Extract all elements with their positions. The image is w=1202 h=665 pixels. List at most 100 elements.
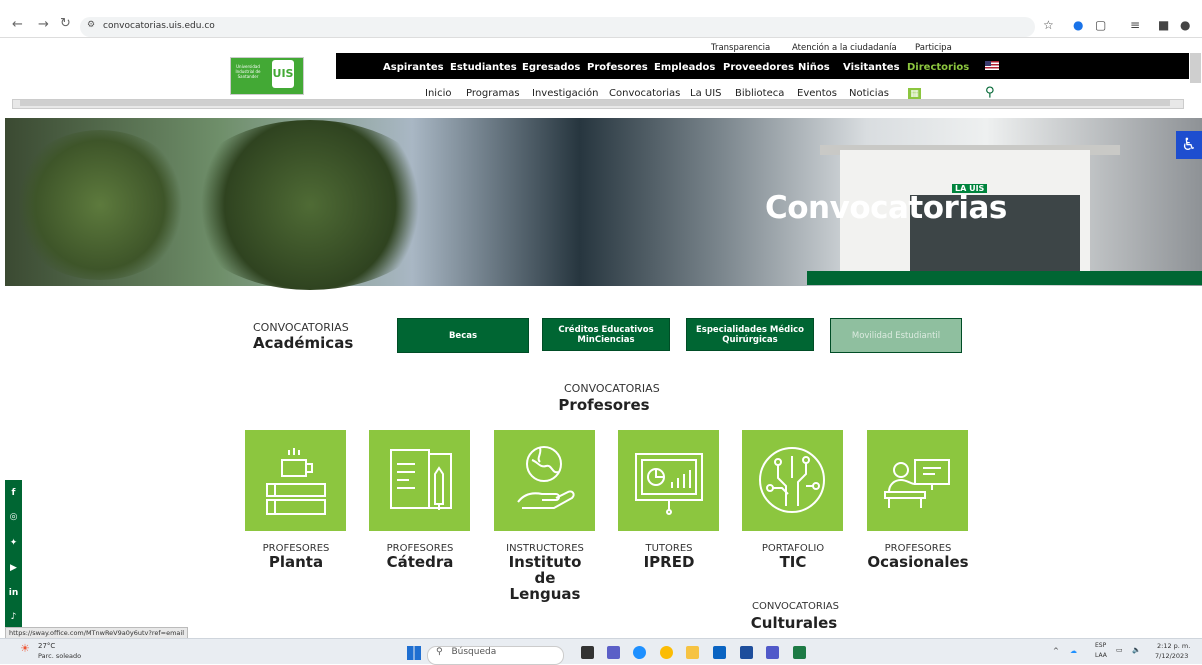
globe-hand-icon: [517, 446, 575, 509]
becas-button[interactable]: Becas: [397, 318, 529, 353]
reload-icon[interactable]: ↻: [60, 16, 71, 31]
nav-aspirantes[interactable]: Aspirantes: [383, 62, 444, 73]
card-profesores-catedra[interactable]: [369, 430, 470, 531]
weather-temp[interactable]: 27°C: [38, 642, 55, 650]
search-icon[interactable]: ⚲: [985, 85, 995, 100]
nav-noticias[interactable]: Noticias: [849, 88, 889, 99]
weather-icon[interactable]: ☀: [20, 642, 30, 655]
url-text[interactable]: convocatorias.uis.edu.co: [103, 21, 215, 31]
section-label-small: CONVOCATORIAS: [752, 601, 839, 612]
link-participa[interactable]: Participa: [915, 43, 952, 53]
nav-empleados[interactable]: Empleados: [654, 62, 715, 73]
nav-proveedores[interactable]: Proveedores: [723, 62, 794, 73]
clock-date[interactable]: 7/12/2023: [1155, 652, 1188, 660]
banner-tree: [180, 120, 440, 290]
card-tutores-ipred[interactable]: [618, 430, 719, 531]
logo-text: Universidad Industrial de Santander: [235, 64, 261, 79]
section-title-academicas: Académicas: [253, 334, 354, 352]
search-icon: ⚲: [436, 647, 443, 657]
language-indicator-2[interactable]: LAA: [1095, 652, 1107, 659]
card-label-tic: PORTAFOLIO TIC: [723, 543, 863, 570]
search-placeholder: Búsqueda: [451, 647, 497, 657]
task-view-icon[interactable]: [581, 646, 594, 659]
instagram-icon[interactable]: ◎: [5, 512, 22, 522]
network-icon[interactable]: ▭: [1116, 646, 1123, 654]
site-info-icon[interactable]: ⚙: [87, 20, 95, 30]
nav-ninos[interactable]: Niños: [798, 62, 830, 73]
especialidades-button[interactable]: Especialidades Médico Quirúrgicas: [686, 318, 814, 351]
edge-icon[interactable]: [633, 646, 646, 659]
card-title: Ocasionales: [867, 553, 969, 571]
movilidad-estudiantil-button[interactable]: Movilidad Estudiantil: [830, 318, 962, 353]
tiktok-icon[interactable]: ♪: [5, 612, 22, 622]
card-portafolio-tic[interactable]: [742, 430, 843, 531]
nav-convocatorias[interactable]: Convocatorias: [609, 88, 680, 99]
vertical-scrollbar[interactable]: [1190, 53, 1201, 83]
nav-visitantes[interactable]: Visitantes: [843, 62, 900, 73]
logo-mark: UIS: [272, 60, 294, 88]
chrome-icon[interactable]: [660, 646, 673, 659]
reading-list-icon[interactable]: ≡: [1130, 18, 1140, 32]
us-flag-icon[interactable]: [985, 61, 999, 70]
nav-la-uis[interactable]: La UIS: [690, 88, 722, 99]
teams-chat-icon[interactable]: [607, 646, 620, 659]
accessibility-icon[interactable]: ♿: [1176, 131, 1202, 159]
nav-biblioteca[interactable]: Biblioteca: [735, 88, 784, 99]
bookmark-star-icon[interactable]: ☆: [1043, 18, 1054, 32]
word-icon[interactable]: [740, 646, 753, 659]
card-label-catedra: PROFESORES Cátedra: [350, 543, 490, 570]
nav-estudiantes[interactable]: Estudiantes: [450, 62, 517, 73]
section-label-small: CONVOCATORIAS: [564, 382, 660, 395]
card-label-lenguas: INSTRUCTORES Instituto de Lenguas: [475, 543, 615, 602]
card-instructores-lenguas[interactable]: [494, 430, 595, 531]
volume-icon[interactable]: 🔈: [1132, 646, 1141, 654]
nav-egresados[interactable]: Egresados: [522, 62, 580, 73]
card-title: Cátedra: [386, 553, 454, 571]
card-profesores-ocasionales[interactable]: [867, 430, 968, 531]
card-label-ocasionales: PROFESORES Ocasionales: [848, 543, 988, 570]
card-title: Planta: [268, 553, 324, 571]
side-panel-icon[interactable]: ■: [1158, 18, 1169, 32]
nav-investigacion[interactable]: Investigación: [532, 88, 598, 99]
back-icon[interactable]: ←: [12, 17, 23, 32]
creditos-educativos-button[interactable]: Créditos Educativos MinCiencias: [542, 318, 670, 351]
card-title: IPRED: [643, 553, 695, 571]
section-title-profesores: Profesores: [558, 396, 650, 414]
card-label-ipred: TUTORES IPRED: [599, 543, 739, 570]
outlook-icon[interactable]: [713, 646, 726, 659]
youtube-icon[interactable]: ▶: [5, 563, 22, 573]
link-transparencia[interactable]: Transparencia: [711, 43, 770, 53]
facebook-icon[interactable]: f: [5, 488, 22, 498]
card-title: TIC: [779, 553, 807, 571]
nav-eventos[interactable]: Eventos: [797, 88, 837, 99]
profile-icon[interactable]: ●: [1180, 18, 1190, 32]
extension-icon[interactable]: ●: [1073, 18, 1083, 32]
nav-programas[interactable]: Programas: [466, 88, 520, 99]
forward-icon[interactable]: →: [38, 17, 49, 32]
file-explorer-icon[interactable]: [686, 646, 699, 659]
card-profesores-planta[interactable]: [245, 430, 346, 531]
link-atencion-ciudadania[interactable]: Atención a la ciudadanía: [792, 43, 897, 53]
linkedin-icon[interactable]: in: [5, 588, 22, 598]
weather-desc[interactable]: Parc. soleado: [38, 652, 81, 660]
banner-green-strip: [807, 271, 1202, 285]
teams-icon[interactable]: [766, 646, 779, 659]
clock-time[interactable]: 2:12 p. m.: [1157, 642, 1190, 650]
address-bar[interactable]: [80, 17, 1035, 37]
taskbar-search[interactable]: ⚲ Búsqueda: [427, 646, 564, 665]
banner-tree: [10, 130, 190, 280]
circuit-icon: [759, 447, 825, 513]
page-title: Convocatorias: [765, 190, 1007, 226]
excel-icon[interactable]: [793, 646, 806, 659]
coffee-books-icon: [266, 448, 326, 515]
extensions-puzzle-icon[interactable]: ▢: [1095, 18, 1106, 32]
nav-directorios[interactable]: Directorios: [907, 62, 969, 73]
windows-start-icon[interactable]: [407, 646, 421, 660]
language-indicator[interactable]: ESP: [1095, 642, 1106, 649]
nav-inicio[interactable]: Inicio: [425, 88, 451, 99]
scrollbar-thumb[interactable]: [20, 100, 1170, 106]
onedrive-icon[interactable]: ☁: [1070, 647, 1077, 655]
nav-profesores[interactable]: Profesores: [587, 62, 648, 73]
tray-chevron-icon[interactable]: ^: [1053, 647, 1059, 655]
twitter-icon[interactable]: ✦: [5, 538, 22, 548]
